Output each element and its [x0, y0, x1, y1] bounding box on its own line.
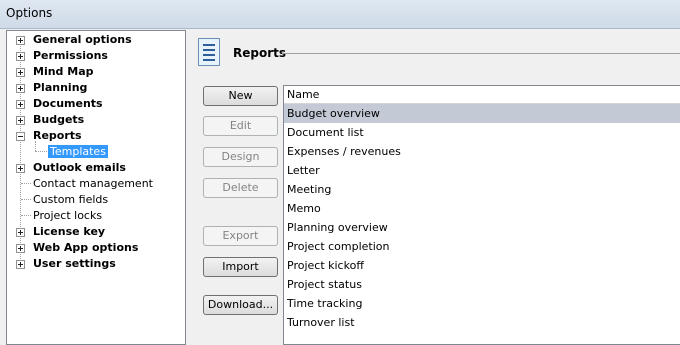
tree-item-label: Reports	[33, 129, 82, 142]
tree-item-label-selected: Templates	[48, 145, 108, 158]
tree-item-label: Custom fields	[33, 193, 109, 206]
tree-connector-line	[21, 215, 31, 216]
list-item[interactable]: Turnover list	[284, 313, 680, 332]
list-item[interactable]: Budget overview	[284, 104, 680, 123]
new-button[interactable]: New	[203, 86, 278, 106]
tree-connector-line	[21, 183, 31, 184]
tree-item-label: License key	[33, 225, 106, 238]
expand-plus-icon[interactable]	[16, 116, 25, 125]
tree-item-label: Contact management	[33, 177, 153, 190]
options-tree[interactable]: General options Permissions Mind Map Pla…	[6, 30, 186, 345]
list-item[interactable]: Planning overview	[284, 218, 680, 237]
delete-button[interactable]: Delete	[203, 178, 278, 198]
list-item[interactable]: Letter	[284, 161, 680, 180]
tree-item-label: Planning	[33, 81, 88, 94]
list-item[interactable]: Time tracking	[284, 294, 680, 313]
download-button[interactable]: Download...	[203, 295, 278, 315]
tree-item-label: Outlook emails	[33, 161, 126, 174]
list-item[interactable]: Project status	[284, 275, 680, 294]
list-item[interactable]: Project completion	[284, 237, 680, 256]
tree-connector-line	[21, 199, 31, 200]
list-item[interactable]: Expenses / revenues	[284, 142, 680, 161]
expand-plus-icon[interactable]	[16, 68, 25, 77]
column-header-name[interactable]: Name	[284, 86, 680, 104]
tree-connector-line	[35, 151, 49, 152]
reports-list[interactable]: Name Budget overview Document list Expen…	[283, 85, 680, 345]
tree-item-label: Web App options	[33, 241, 139, 254]
section-title: Reports	[233, 46, 287, 60]
expand-plus-icon[interactable]	[16, 36, 25, 45]
expand-plus-icon[interactable]	[16, 52, 25, 61]
expand-plus-icon[interactable]	[16, 84, 25, 93]
export-button[interactable]: Export	[203, 226, 278, 246]
list-item[interactable]: Document list	[284, 123, 680, 142]
tree-item-label: Mind Map	[33, 65, 94, 78]
tree-item-label: Documents	[33, 97, 103, 110]
tree-item-label: Project locks	[33, 209, 103, 222]
edit-button[interactable]: Edit	[203, 116, 278, 136]
tree-item-label: Budgets	[33, 113, 85, 126]
expand-plus-icon[interactable]	[16, 260, 25, 269]
section-divider	[282, 53, 680, 54]
expand-plus-icon[interactable]	[16, 244, 25, 253]
expand-plus-icon[interactable]	[16, 228, 25, 237]
design-button[interactable]: Design	[203, 147, 278, 167]
expand-plus-icon[interactable]	[16, 164, 25, 173]
expand-plus-icon[interactable]	[16, 100, 25, 109]
collapse-minus-icon[interactable]	[16, 132, 25, 141]
tree-item-label: Permissions	[33, 49, 108, 62]
list-item[interactable]: Memo	[284, 199, 680, 218]
tree-item-label: User settings	[33, 257, 116, 270]
list-item[interactable]: Project kickoff	[284, 256, 680, 275]
import-button[interactable]: Import	[203, 257, 278, 277]
list-item[interactable]: Meeting	[284, 180, 680, 199]
title-bar: Options	[0, 0, 680, 29]
tree-item-label: General options	[33, 33, 132, 46]
window-title: Options	[6, 6, 53, 20]
report-document-icon	[198, 38, 220, 66]
